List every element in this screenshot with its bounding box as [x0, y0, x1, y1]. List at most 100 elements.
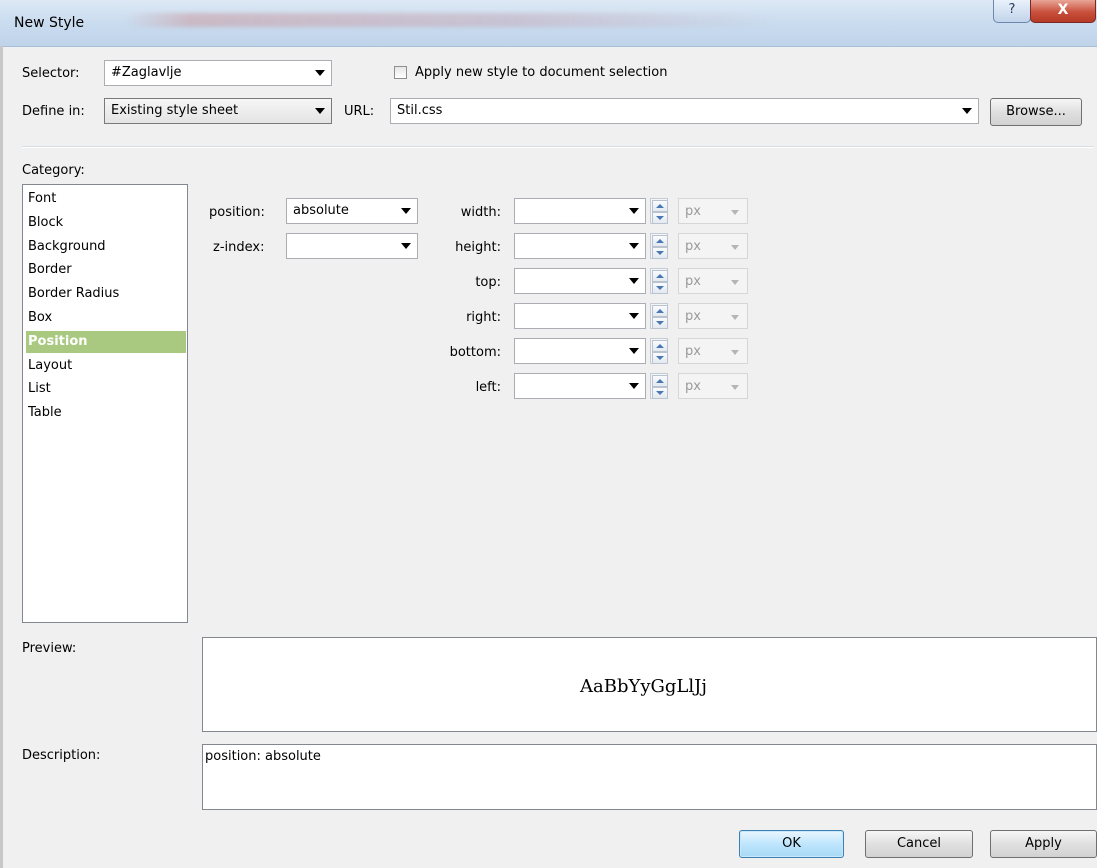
apply-selection-checkbox[interactable] [394, 66, 407, 79]
position-dropdown[interactable]: absolute [286, 198, 418, 224]
spin-up-icon[interactable] [652, 305, 668, 317]
category-item-layout[interactable]: Layout [26, 355, 186, 377]
preview-box: AaBbYyGgLlJj [202, 637, 1097, 732]
width-spinner[interactable] [650, 198, 668, 224]
chevron-down-icon [629, 313, 639, 319]
chevron-down-icon [731, 315, 739, 320]
spin-down-icon[interactable] [652, 282, 668, 294]
spin-down-icon[interactable] [652, 387, 668, 399]
separator [22, 146, 1094, 148]
left-dropdown[interactable] [514, 373, 646, 399]
chevron-down-icon [629, 208, 639, 214]
spin-up-icon[interactable] [652, 375, 668, 387]
top-unit-dropdown: px [678, 268, 748, 294]
chevron-down-icon [962, 108, 972, 114]
cancel-button[interactable]: Cancel [865, 830, 973, 858]
chevron-down-icon [401, 208, 411, 214]
bottom-label: bottom: [449, 345, 501, 360]
selector-value: #Zaglavlje [111, 65, 182, 80]
right-dropdown[interactable] [514, 303, 646, 329]
spin-up-icon[interactable] [652, 270, 668, 282]
apply-button[interactable]: Apply [990, 830, 1097, 858]
chevron-down-icon [629, 383, 639, 389]
chevron-down-icon [629, 243, 639, 249]
right-label: right: [466, 310, 501, 325]
left-spinner[interactable] [650, 373, 668, 399]
height-label: height: [455, 240, 501, 255]
category-item-border[interactable]: Border [26, 259, 186, 281]
spin-down-icon[interactable] [652, 352, 668, 364]
description-label: Description: [22, 748, 101, 763]
chevron-down-icon [401, 243, 411, 249]
spin-down-icon[interactable] [652, 317, 668, 329]
z-index-dropdown[interactable] [286, 233, 418, 259]
selector-combo[interactable]: #Zaglavlje [104, 60, 332, 86]
spin-up-icon[interactable] [652, 340, 668, 352]
category-item-font[interactable]: Font [26, 188, 186, 210]
define-in-label: Define in: [22, 104, 85, 119]
url-value: Stil.css [397, 103, 443, 118]
right-spinner[interactable] [650, 303, 668, 329]
chevron-down-icon [731, 280, 739, 285]
width-unit-value: px [685, 204, 701, 219]
chevron-down-icon [315, 108, 325, 114]
category-label: Category: [22, 163, 85, 178]
chevron-down-icon [315, 70, 325, 76]
spin-up-icon[interactable] [652, 200, 668, 212]
right-unit-dropdown: px [678, 303, 748, 329]
selector-label: Selector: [22, 66, 80, 81]
category-item-position[interactable]: Position [26, 330, 186, 353]
left-unit-dropdown: px [678, 373, 748, 399]
position-value: absolute [293, 203, 349, 218]
left-label: left: [475, 380, 501, 395]
description-box: position: absolute [202, 744, 1097, 810]
category-item-background[interactable]: Background [26, 236, 186, 258]
top-label: top: [475, 275, 501, 290]
bottom-dropdown[interactable] [514, 338, 646, 364]
browse-button[interactable]: Browse... [990, 98, 1082, 126]
height-spinner[interactable] [650, 233, 668, 259]
url-combo[interactable]: Stil.css [390, 98, 979, 124]
ok-button[interactable]: OK [739, 830, 844, 858]
category-item-list[interactable]: List [26, 378, 186, 400]
category-item-block[interactable]: Block [26, 212, 186, 234]
chevron-down-icon [629, 348, 639, 354]
title-bar-blurred-region [125, 13, 775, 27]
preview-label: Preview: [22, 641, 77, 656]
left-unit-value: px [685, 379, 701, 394]
width-dropdown[interactable] [514, 198, 646, 224]
width-label: width: [460, 205, 501, 220]
bottom-spinner[interactable] [650, 338, 668, 364]
description-text: position: absolute [205, 749, 321, 764]
position-label: position: [209, 205, 265, 220]
category-list[interactable]: Font Block Background Border Border Radius Bo… [22, 184, 188, 623]
right-unit-value: px [685, 309, 701, 324]
height-dropdown[interactable] [514, 233, 646, 259]
height-unit-value: px [685, 239, 701, 254]
spin-up-icon[interactable] [652, 235, 668, 247]
help-button[interactable]: ? [993, 0, 1031, 23]
top-spinner[interactable] [650, 268, 668, 294]
chevron-down-icon [731, 385, 739, 390]
help-icon: ? [1008, 2, 1016, 17]
spin-down-icon[interactable] [652, 247, 668, 259]
category-item-border-radius[interactable]: Border Radius [26, 283, 186, 305]
width-unit-dropdown: px [678, 198, 748, 224]
preview-sample: AaBbYyGgLlJj [580, 676, 707, 697]
category-item-table[interactable]: Table [26, 402, 186, 424]
top-unit-value: px [685, 274, 701, 289]
top-dropdown[interactable] [514, 268, 646, 294]
category-item-box[interactable]: Box [26, 307, 186, 329]
window-left-border [0, 46, 3, 868]
chevron-down-icon [731, 350, 739, 355]
define-in-value: Existing style sheet [111, 103, 239, 118]
close-icon: X [1057, 2, 1069, 18]
url-label: URL: [344, 104, 375, 119]
define-in-dropdown[interactable]: Existing style sheet [104, 98, 332, 124]
chevron-down-icon [731, 210, 739, 215]
spin-down-icon[interactable] [652, 212, 668, 224]
window-title: New Style [14, 15, 85, 31]
height-unit-dropdown: px [678, 233, 748, 259]
close-button[interactable]: X [1030, 0, 1096, 23]
bottom-unit-dropdown: px [678, 338, 748, 364]
